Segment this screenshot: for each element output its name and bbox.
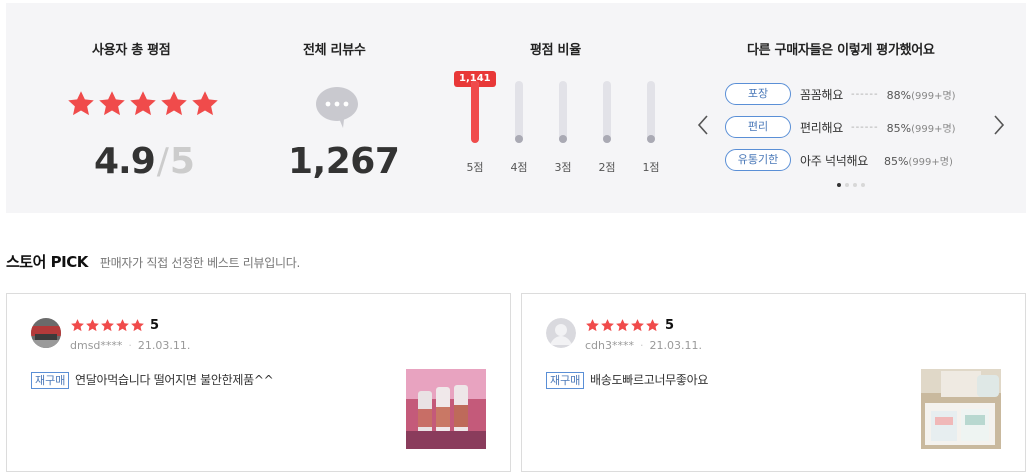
star-icon xyxy=(71,319,84,332)
store-pick-header: 스토어 PICK 판매자가 직접 선정한 베스트 리뷰입니다. xyxy=(6,251,300,272)
review-meta: cdh3**** · 21.03.11. xyxy=(585,339,702,352)
review-user: cdh3**** xyxy=(585,339,635,352)
pager-dot[interactable] xyxy=(853,183,857,187)
ratio-bar-label: 3점 xyxy=(554,161,572,174)
repurchase-badge: 재구매 xyxy=(546,372,585,389)
evaluation-tag: 유통기한 xyxy=(725,149,791,171)
ratio-bar-fill xyxy=(515,135,523,143)
star-icon xyxy=(130,91,156,116)
star-icon xyxy=(631,319,644,332)
star-icon xyxy=(586,319,599,332)
carousel-pager[interactable] xyxy=(837,183,865,187)
evaluation-row: 유통기한 아주 넉넉해요 85%(999+명) xyxy=(725,149,953,171)
meta-separator: · xyxy=(128,339,132,352)
star-icon xyxy=(101,319,114,332)
ratio-bar xyxy=(603,81,611,143)
review-card[interactable]: 5 dmsd**** · 21.03.11. 재구매 연달아먹습니다 떨어지면 불안… xyxy=(6,293,511,472)
star-icon xyxy=(99,91,125,116)
evaluation-count: (999+명) xyxy=(911,90,956,102)
evaluation-percent: 88%(999+명) xyxy=(887,87,956,102)
ratio-title: 평점 비율 xyxy=(530,43,581,58)
evaluation-pct-value: 88% xyxy=(886,88,912,102)
review-photo[interactable] xyxy=(406,369,486,449)
chevron-left-icon[interactable] xyxy=(695,113,711,137)
evaluation-count: (999+명) xyxy=(908,156,953,168)
pager-dot[interactable] xyxy=(861,183,865,187)
review-rating-value: 5 xyxy=(150,318,160,333)
review-meta: dmsd**** · 21.03.11. xyxy=(70,339,190,352)
ratio-bar-fill xyxy=(603,135,611,143)
star-icon xyxy=(116,319,129,332)
ratio-bar-fill xyxy=(559,135,567,143)
evaluation-count: (999+명) xyxy=(911,123,956,135)
score-value: 4.9 xyxy=(94,141,156,182)
evaluation-dots: ------ xyxy=(850,121,879,133)
store-pick-subtitle: 판매자가 직접 선정한 베스트 리뷰입니다. xyxy=(99,256,301,270)
rating-stars xyxy=(66,89,220,119)
rating-title: 사용자 총 평점 xyxy=(92,43,171,58)
ratio-bar xyxy=(471,81,479,143)
star-icon xyxy=(646,319,659,332)
evaluation-text: 편리해요 xyxy=(800,120,843,135)
review-summary-panel: 사용자 총 평점 4.9/5 전체 리뷰수 1,267 평점 비율 1,141 … xyxy=(6,3,1026,213)
ratio-bar-label: 1점 xyxy=(642,161,660,174)
review-text: 연달아먹습니다 떨어지면 불안한제품^^ xyxy=(75,373,274,387)
star-icon xyxy=(161,91,187,116)
rating-ratio-chart: 1,141 5점 4점 3점 2점 1점 xyxy=(446,63,666,183)
pager-dot[interactable] xyxy=(845,183,849,187)
ratio-bar xyxy=(559,81,567,143)
meta-separator: · xyxy=(640,339,644,352)
review-date: 21.03.11. xyxy=(137,339,191,352)
repurchase-badge: 재구매 xyxy=(31,372,70,389)
chevron-right-icon[interactable] xyxy=(991,113,1007,137)
ratio-bar xyxy=(647,81,655,143)
star-icon xyxy=(616,319,629,332)
average-score: 4.9/5 xyxy=(94,141,195,182)
evaluation-row: 포장 꼼꼼해요 ------ 88%(999+명) xyxy=(725,83,956,105)
total-reviews-title: 전체 리뷰수 xyxy=(303,43,366,58)
default-avatar-icon xyxy=(546,318,576,348)
store-pick-title: 스토어 PICK xyxy=(6,251,88,272)
evaluation-tag: 포장 xyxy=(725,83,791,105)
store-pick-suffix: PICK xyxy=(50,253,89,271)
star-icon xyxy=(68,91,94,116)
review-rating: 5 xyxy=(585,318,674,333)
star-icon xyxy=(86,319,99,332)
star-icon xyxy=(192,91,218,116)
score-max: 5 xyxy=(169,141,195,182)
review-rating: 5 xyxy=(70,318,159,333)
evaluation-text: 아주 넉넉해요 xyxy=(800,153,868,168)
ratio-bar-fill xyxy=(647,135,655,143)
review-photo[interactable] xyxy=(921,369,1001,449)
total-reviews-count: 1,267 xyxy=(288,141,400,182)
evaluation-row: 편리 편리해요 ------ 85%(999+명) xyxy=(725,116,956,138)
speech-bubble-icon xyxy=(316,87,358,128)
evaluation-pct-value: 85% xyxy=(886,121,912,135)
avatar xyxy=(31,318,61,348)
review-rating-value: 5 xyxy=(665,318,675,333)
store-pick-prefix: 스토어 xyxy=(6,253,46,271)
evaluation-tag: 편리 xyxy=(725,116,791,138)
evaluation-dots: ------ xyxy=(850,88,879,100)
ratio-bar-label: 5점 xyxy=(466,161,484,174)
evaluation-pct-value: 85% xyxy=(883,154,909,168)
review-card[interactable]: 5 cdh3**** · 21.03.11. 재구매 배송도빠르고너무좋아요 xyxy=(521,293,1026,472)
star-icon xyxy=(131,319,144,332)
review-date: 21.03.11. xyxy=(649,339,702,352)
evaluation-percent: 85%(999+명) xyxy=(887,120,956,135)
others-evaluation: 포장 꼼꼼해요 ------ 88%(999+명) 편리 편리해요 ------… xyxy=(691,3,1026,213)
ratio-bar-label: 2점 xyxy=(598,161,616,174)
ratio-bar-label: 4점 xyxy=(510,161,528,174)
ratio-bar-fill xyxy=(471,81,479,143)
score-slash: / xyxy=(156,141,169,182)
evaluation-percent: 85%(999+명) xyxy=(884,153,953,168)
ratio-bar xyxy=(515,81,523,143)
evaluation-text: 꼼꼼해요 xyxy=(800,87,843,102)
pager-dot[interactable] xyxy=(837,183,841,187)
review-user: dmsd**** xyxy=(70,339,123,352)
review-text: 배송도빠르고너무좋아요 xyxy=(590,373,709,387)
star-icon xyxy=(601,319,614,332)
